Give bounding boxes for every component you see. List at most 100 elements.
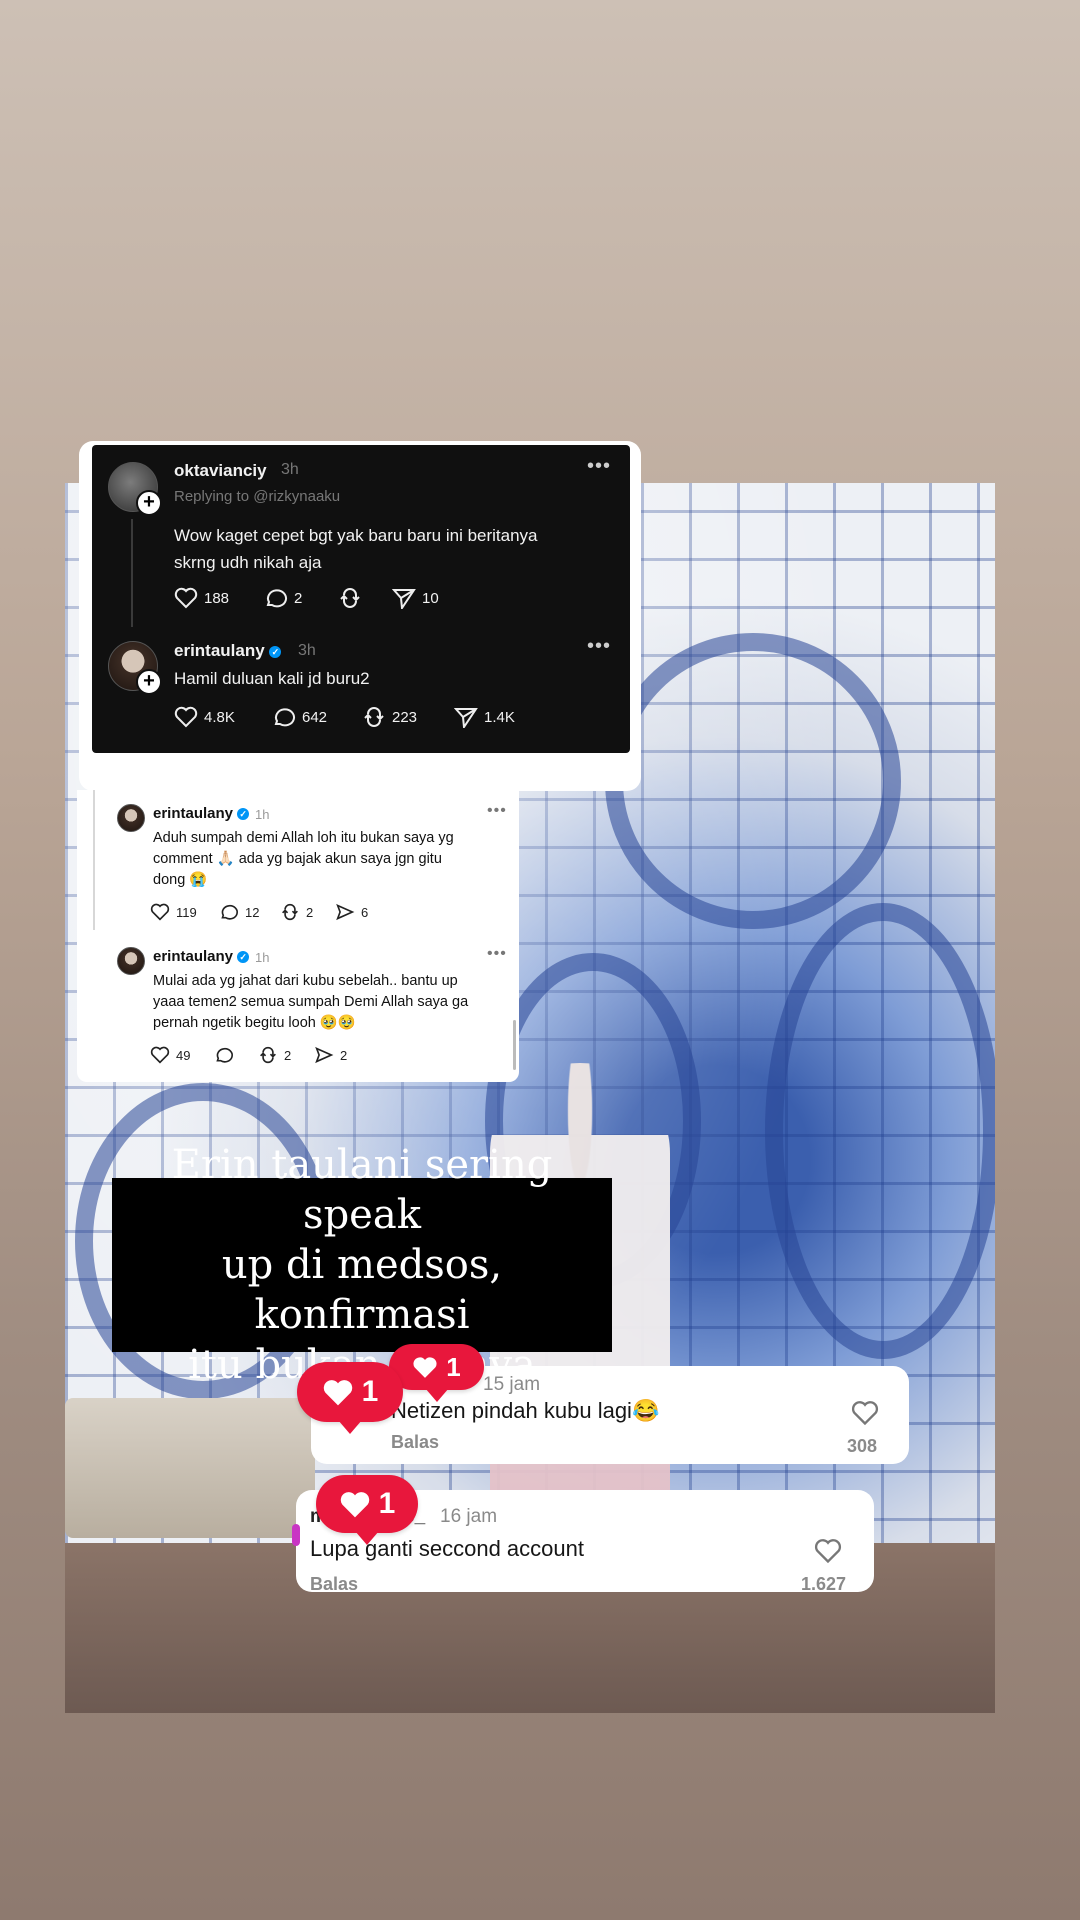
comment-text: Lupa ganti seccond account xyxy=(310,1536,584,1561)
more-icon[interactable]: ••• xyxy=(587,455,611,478)
like-button[interactable]: 188 xyxy=(174,587,229,609)
heart-icon xyxy=(174,587,198,609)
comment-icon xyxy=(216,1047,233,1063)
post-text: dong 😭 xyxy=(153,872,208,888)
verified-badge-icon: ✓ xyxy=(237,951,250,964)
share-count: 1.4K xyxy=(484,708,515,726)
heart-icon[interactable] xyxy=(851,1400,879,1426)
share-count: 2 xyxy=(340,1047,348,1063)
replying-to[interactable]: Replying to @rizkynaaku xyxy=(174,488,340,505)
post-time: 3h xyxy=(298,642,316,659)
comment-like-count: 308 xyxy=(847,1436,878,1456)
reply-button[interactable]: 642 xyxy=(272,706,327,728)
more-icon[interactable]: ••• xyxy=(587,635,611,658)
heart-icon xyxy=(174,706,198,728)
post-time: 1h xyxy=(255,950,270,965)
like-badge-count: 1 xyxy=(361,1375,379,1408)
like-button[interactable]: 4.8K xyxy=(174,706,235,728)
post-text: comment 🙏🏻 ada yg bajak akun saya jgn gi… xyxy=(153,851,442,867)
send-icon xyxy=(454,708,478,728)
repost-icon xyxy=(340,588,360,608)
post-text: Mulai ada yg jahat dari kubu sebelah.. b… xyxy=(153,973,458,989)
username-text: erintaulany xyxy=(153,805,234,822)
reply-button[interactable]: 12 xyxy=(219,903,259,921)
repost-button[interactable] xyxy=(338,587,362,609)
comment-icon xyxy=(274,708,295,727)
repost-count: 2 xyxy=(306,904,314,920)
like-notification-badge: 1 xyxy=(316,1475,418,1545)
like-count: 119 xyxy=(176,904,197,920)
heart-icon xyxy=(413,1357,437,1378)
send-icon xyxy=(392,589,416,609)
post-username[interactable]: erintaulany ✓ xyxy=(153,805,250,822)
threads-light-card: erintaulany ✓ 1h ••• Aduh sumpah demi Al… xyxy=(77,790,519,1082)
follow-plus-icon[interactable]: + xyxy=(136,669,162,695)
comment-like-count: 1.627 xyxy=(801,1574,847,1594)
repost-count: 2 xyxy=(284,1047,292,1063)
share-button[interactable]: 2 xyxy=(314,1046,347,1064)
thread-line xyxy=(93,790,95,930)
reply-button[interactable]: 2 xyxy=(264,587,302,609)
post-username[interactable]: oktavianciy xyxy=(174,461,267,481)
tile-ornament xyxy=(605,633,901,929)
more-icon[interactable]: ••• xyxy=(487,945,507,963)
comment-time: 16 jam xyxy=(440,1506,498,1527)
post-username[interactable]: erintaulany ✓ xyxy=(174,641,282,661)
username-text: erintaulany xyxy=(153,948,234,965)
post-time: 3h xyxy=(281,461,299,478)
repost-icon xyxy=(282,903,298,921)
comment-icon xyxy=(266,589,287,608)
share-count: 6 xyxy=(361,904,369,920)
like-button[interactable]: 49 xyxy=(150,1046,190,1064)
send-icon xyxy=(315,1046,334,1064)
repost-button[interactable]: 2 xyxy=(258,1046,291,1064)
threads-dark-card: + oktavianciy 3h ••• Replying to @rizkyn… xyxy=(92,445,630,753)
like-notification-badge: 1 xyxy=(297,1362,403,1434)
username-text: erintaulany xyxy=(174,641,265,660)
like-button[interactable]: 119 xyxy=(150,903,197,921)
share-button[interactable]: 10 xyxy=(392,587,439,609)
thread-line xyxy=(131,519,133,627)
post-text: skrng udh nikah aja xyxy=(174,553,322,572)
verified-badge-icon: ✓ xyxy=(269,645,282,658)
share-button[interactable]: 1.4K xyxy=(454,706,515,728)
repost-icon xyxy=(260,1046,276,1064)
like-count: 49 xyxy=(176,1047,191,1063)
caption-overlay: Erin taulani sering speak up di medsos, … xyxy=(112,1142,612,1388)
tile-ornament xyxy=(765,903,995,1359)
heart-icon xyxy=(323,1380,352,1406)
post-text: yaaa temen2 semua sumpah Demi Allah saya… xyxy=(153,994,469,1010)
like-badge-count: 1 xyxy=(378,1487,396,1520)
caption-line: up di medsos, konfirmasi xyxy=(221,1242,503,1338)
repost-count: 223 xyxy=(392,708,418,726)
share-button[interactable]: 6 xyxy=(335,903,368,921)
reply-button[interactable] xyxy=(214,1046,234,1064)
share-count: 10 xyxy=(422,589,439,607)
more-icon[interactable]: ••• xyxy=(487,802,507,820)
like-count: 4.8K xyxy=(204,708,235,726)
heart-icon xyxy=(150,903,170,921)
heart-icon[interactable] xyxy=(814,1538,842,1564)
comment-icon xyxy=(221,904,238,920)
like-notification-badge: 1 xyxy=(389,1344,484,1402)
post-time: 1h xyxy=(255,807,270,822)
scrollbar[interactable] xyxy=(513,1020,516,1070)
like-badge-count: 1 xyxy=(446,1351,461,1382)
heart-icon xyxy=(340,1492,369,1518)
reply-button[interactable]: Balas xyxy=(391,1432,439,1453)
post-text: Hamil duluan kali jd buru2 xyxy=(174,669,370,688)
stone-bench xyxy=(65,1398,315,1538)
avatar[interactable] xyxy=(117,804,145,832)
follow-plus-icon[interactable]: + xyxy=(136,490,162,516)
send-icon xyxy=(336,903,355,921)
verified-badge-icon: ✓ xyxy=(237,808,250,821)
repost-button[interactable]: 2 xyxy=(280,903,313,921)
reply-button[interactable]: Balas xyxy=(310,1574,358,1595)
repost-button[interactable]: 223 xyxy=(362,706,417,728)
post-username[interactable]: erintaulany ✓ xyxy=(153,948,250,965)
avatar-edge xyxy=(292,1524,300,1546)
heart-icon xyxy=(150,1046,170,1064)
reply-count: 2 xyxy=(294,589,303,607)
comment-time: 15 jam xyxy=(483,1374,541,1395)
avatar[interactable] xyxy=(117,947,145,975)
